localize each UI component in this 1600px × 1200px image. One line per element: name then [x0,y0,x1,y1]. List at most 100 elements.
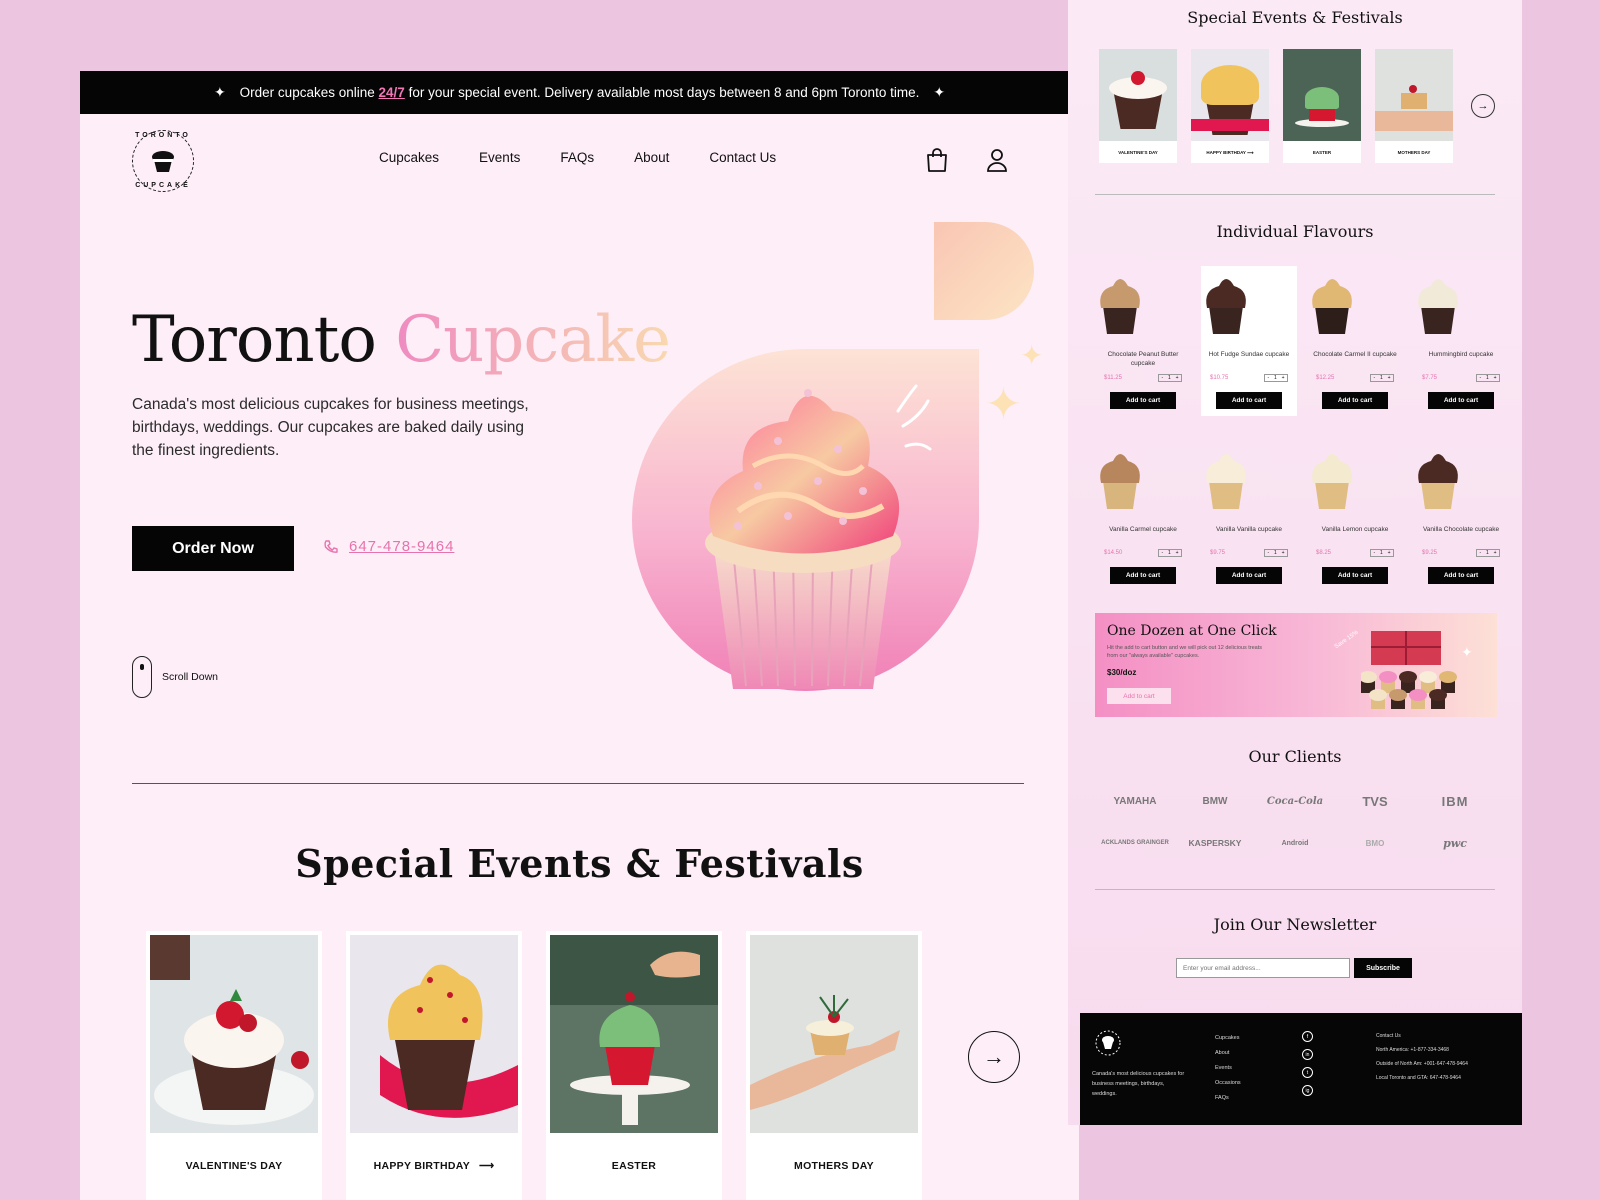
linkedin-icon[interactable]: in [1302,1049,1313,1060]
dozen-add-to-cart-button[interactable]: Add to cart [1107,688,1171,704]
flavour-price: $14.50 [1104,550,1123,556]
footer: Canada's most delicious cupcakes for bus… [1080,1013,1522,1125]
phone-number: 647-478-9464 [349,538,455,555]
flavour-name: Chocolate Carmel II cupcake [1313,351,1397,358]
footer-description: Canada's most delicious cupcakes for bus… [1092,1071,1185,1097]
nav-faqs[interactable]: FAQs [560,150,594,165]
footer-links: Cupcakes About Events Occasions FAQs [1215,1031,1241,1106]
event-card-birthday[interactable]: HAPPY BIRTHDAY ⟶ [346,931,522,1200]
event-card-easter[interactable]: EASTER [546,931,722,1200]
cupcake-image [1312,454,1352,509]
logo[interactable]: TORONTO CUPCAKE [132,130,194,192]
flavours-grid: Chocolate Peanut Butter cupcake $11.25 -1 +… [1095,266,1500,591]
contact-line: Outside of North Am: +001-647-478-9464 [1376,1061,1468,1067]
flavour-price: $7.75 [1422,375,1438,381]
quantity-stepper[interactable]: -1 + [1158,374,1182,382]
flavour-card[interactable]: Vanilla Carmel cupcake $14.50 -1 + Add to ca… [1095,441,1191,591]
nav-events[interactable]: Events [479,150,520,165]
nav-about[interactable]: About [634,150,669,165]
arrow-right-icon: ⟶ [479,1160,495,1172]
side-event-card[interactable]: EASTER [1283,49,1361,163]
contact-line: North America: +1-877-334-3468 [1376,1047,1449,1053]
flavour-card[interactable]: Hummingbird cupcake $7.75 -1 + Add to cart [1413,266,1509,416]
add-to-cart-button[interactable]: Add to cart [1428,567,1494,584]
subscribe-button[interactable]: Subscribe [1354,958,1412,978]
client-logo-yamaha: YAMAHA [1113,795,1157,807]
shopping-bag-icon[interactable] [925,147,949,173]
sparkle-icon: ✦ [213,84,226,100]
quantity-stepper[interactable]: -1 + [1370,374,1394,382]
quantity-stepper[interactable]: -1 + [1264,549,1288,557]
user-icon[interactable] [985,147,1009,173]
quantity-stepper[interactable]: -1 + [1476,374,1500,382]
facebook-icon[interactable]: f [1302,1031,1313,1042]
footer-logo [1095,1030,1121,1056]
dozen-description: Hit the add to cart button and we will p… [1107,645,1263,659]
flavour-card[interactable]: Chocolate Peanut Butter cupcake $11.25 -1 +… [1095,266,1191,416]
event-label: MOTHERS DAY [794,1160,874,1172]
quantity-stepper[interactable]: -1 + [1264,374,1288,382]
footer-contact: Contact Us North America: +1-877-334-346… [1376,1029,1468,1085]
phone-link[interactable]: 647-478-9464 [323,538,454,555]
cupcake-image [1100,279,1140,334]
contact-line: Local Toronto and GTA: 647-478-9464 [1376,1075,1461,1081]
side-next-arrow-button[interactable]: → [1471,94,1495,118]
client-logo-ibm: IBM [1441,793,1469,809]
side-events-list: VALENTINE'S DAY HAPPY BIRTHDAY ⟶ EASTER [1099,49,1453,163]
order-now-button[interactable]: Order Now [132,526,294,571]
quantity-stepper[interactable]: -1 + [1158,549,1182,557]
flavour-card[interactable]: Vanilla Vanilla cupcake $9.75 -1 + Add to ca… [1201,441,1297,591]
event-card-valentines[interactable]: VALENTINE'S DAY [146,931,322,1200]
event-label: HAPPY BIRTHDAY ⟶ [373,1160,495,1172]
footer-link[interactable]: FAQs [1215,1091,1241,1106]
instagram-icon[interactable]: ig [1302,1085,1313,1096]
side-event-card[interactable]: VALENTINE'S DAY [1099,49,1177,163]
cupcake-icon [152,151,174,172]
side-event-card[interactable]: MOTHERS DAY [1375,49,1453,163]
dozen-price: $30/doz [1107,668,1137,677]
footer-link[interactable]: About [1215,1046,1241,1061]
add-to-cart-button[interactable]: Add to cart [1110,567,1176,584]
footer-link[interactable]: Events [1215,1061,1241,1076]
announcement-link[interactable]: 24/7 [379,85,405,100]
side-events-title: Special Events & Festivals [1187,8,1403,27]
flavour-card[interactable]: Vanilla Lemon cupcake $8.25 -1 + Add to cart [1307,441,1403,591]
flavour-card[interactable]: Chocolate Carmel II cupcake $12.25 -1 + Add … [1307,266,1403,416]
side-event-label: EASTER [1312,150,1332,155]
dozen-promo-banner: One Dozen at One Click Hit the add to ca… [1095,613,1497,717]
footer-link[interactable]: Occasions [1215,1076,1241,1091]
next-arrow-button[interactable]: → [968,1031,1020,1083]
clients-grid: YAMAHA BMW Coca-Cola TVS IBM ACKLANDS GR… [1095,792,1495,852]
save-badge: Save 15% [1333,629,1360,651]
svg-text:✦: ✦ [1461,644,1473,660]
hero-title-main: Toronto [132,303,377,377]
quantity-stepper[interactable]: -1 + [1476,549,1500,557]
twitter-icon[interactable]: t [1302,1067,1313,1078]
add-to-cart-button[interactable]: Add to cart [1216,392,1282,409]
flavour-card[interactable]: Vanilla Chocolate cupcake $9.25 -1 + Add to … [1413,441,1509,591]
side-event-label: MOTHERS DAY [1397,150,1431,155]
cupcake-image [1418,454,1458,509]
flavour-name: Vanilla Vanilla cupcake [1216,526,1282,533]
nav-cupcakes[interactable]: Cupcakes [379,150,439,165]
scroll-down[interactable]: Scroll Down [132,656,218,698]
add-to-cart-button[interactable]: Add to cart [1110,392,1176,409]
main-page: ✦ Order cupcakes online 24/7 for your sp… [80,71,1079,1200]
flavours-title: Individual Flavours [1216,222,1374,241]
side-event-card[interactable]: HAPPY BIRTHDAY ⟶ [1191,49,1269,163]
newsletter-title: Join Our Newsletter [1213,915,1377,934]
add-to-cart-button[interactable]: Add to cart [1428,392,1494,409]
side-event-label: VALENTINE'S DAY [1118,150,1158,155]
flavour-card[interactable]: Hot Fudge Sundae cupcake $10.75 -1 + Add to … [1201,266,1297,416]
footer-link[interactable]: Cupcakes [1215,1031,1241,1046]
event-card-mothers-day[interactable]: MOTHERS DAY [746,931,922,1200]
client-logo-kaspersky: KASPERSKY [1188,838,1242,848]
nav-contact-us[interactable]: Contact Us [709,150,776,165]
decorative-shape [934,222,1034,320]
add-to-cart-button[interactable]: Add to cart [1322,567,1388,584]
newsletter-email-input[interactable] [1176,958,1350,978]
client-logo-bmw: BMW [1202,795,1228,807]
add-to-cart-button[interactable]: Add to cart [1216,567,1282,584]
quantity-stepper[interactable]: -1 + [1370,549,1394,557]
add-to-cart-button[interactable]: Add to cart [1322,392,1388,409]
